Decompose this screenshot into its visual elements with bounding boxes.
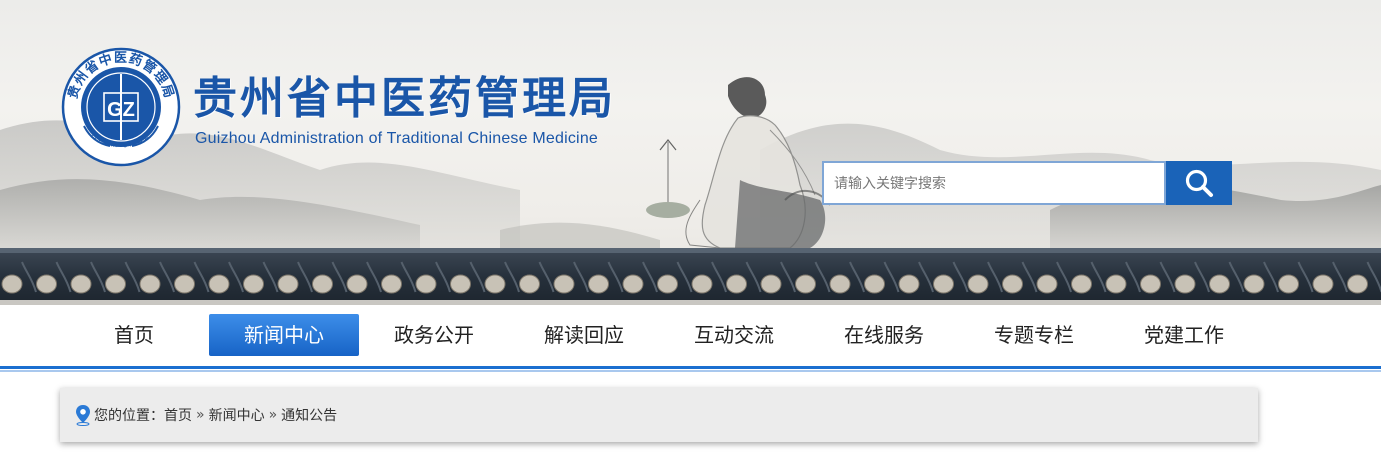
roof-tile-end bbox=[829, 274, 851, 294]
roof-tile-end bbox=[105, 274, 126, 294]
roof-tile-end bbox=[553, 274, 575, 294]
nav-item-government-affairs[interactable]: 政务公开 bbox=[359, 314, 509, 356]
main-nav: 首页 新闻中心 政务公开 解读回应 互动交流 在线服务 专题专栏 党建工作 bbox=[0, 305, 1381, 372]
breadcrumb: 您的位置： 首页 » 新闻中心 » 通知公告 bbox=[60, 388, 1258, 442]
roof-tile-end bbox=[312, 274, 333, 294]
roof-tile-end bbox=[795, 274, 816, 294]
roof-tile-end bbox=[1, 274, 23, 294]
roof-tile-end bbox=[864, 274, 885, 294]
roof-tile-end bbox=[726, 274, 747, 294]
roof-tile-end bbox=[277, 274, 299, 294]
roof-tile-end bbox=[1140, 274, 1161, 294]
breadcrumb-current: 通知公告 bbox=[281, 408, 338, 424]
nav-item-party-building[interactable]: 党建工作 bbox=[1109, 314, 1259, 356]
nav-item-special-topics[interactable]: 专题专栏 bbox=[959, 314, 1109, 356]
roof-tile-end bbox=[450, 274, 471, 294]
location-pin-icon bbox=[76, 405, 90, 426]
roof-tile-end bbox=[415, 274, 437, 294]
breadcrumb-separator: » bbox=[268, 407, 278, 423]
breadcrumb-link-news[interactable]: 新闻中心 bbox=[209, 405, 265, 425]
nav-item-online-services[interactable]: 在线服务 bbox=[809, 314, 959, 356]
roof-tile-end bbox=[1278, 274, 1299, 294]
breadcrumb-separator: » bbox=[196, 407, 205, 423]
roof-tile-end bbox=[588, 274, 609, 294]
nav-item-home[interactable]: 首页 bbox=[59, 314, 209, 356]
roof-tile-end bbox=[139, 274, 161, 294]
roof-tile-end bbox=[1105, 274, 1127, 294]
roof-tile-end bbox=[760, 274, 782, 294]
roof-tile-end bbox=[1071, 274, 1092, 294]
search-icon bbox=[1185, 169, 1213, 197]
roof-tile-end bbox=[1174, 274, 1196, 294]
breadcrumb-link-home[interactable]: 首页 bbox=[164, 405, 192, 425]
roof-tile-end bbox=[346, 274, 368, 294]
svg-text:GZ: GZ bbox=[107, 99, 135, 121]
roof-tile-end bbox=[519, 274, 540, 294]
roof-tile-end bbox=[622, 274, 644, 294]
roof-tile-end bbox=[1347, 274, 1368, 294]
roof-tile-end bbox=[36, 274, 57, 294]
site-title[interactable]: 贵州省中医药管理局 bbox=[193, 62, 616, 126]
roof-tile-end bbox=[484, 274, 506, 294]
nav-item-interaction[interactable]: 互动交流 bbox=[659, 314, 809, 356]
nav-item-news[interactable]: 新闻中心 bbox=[209, 314, 359, 356]
roof-tile-end bbox=[208, 274, 230, 294]
breadcrumb-prefix: 您的位置： bbox=[94, 408, 164, 424]
nav-item-interpretation[interactable]: 解读回应 bbox=[509, 314, 659, 356]
roof-tile-end bbox=[1036, 274, 1058, 294]
site-subtitle: Guizhou Administration of Traditional Ch… bbox=[195, 130, 599, 147]
search-input[interactable] bbox=[822, 161, 1166, 205]
search-button[interactable] bbox=[1166, 161, 1232, 205]
roof-tile-end bbox=[1243, 274, 1265, 294]
roof-tile-end bbox=[1312, 274, 1334, 294]
roof-tile-end bbox=[70, 274, 92, 294]
roof-tile-end bbox=[1209, 274, 1230, 294]
roof-tile-end bbox=[691, 274, 713, 294]
header-banner: GZ 贵州省中医药管理局 ATCM of GZ 贵州省中医药管理局 Guizho… bbox=[0, 0, 1381, 305]
roof-tile-end bbox=[898, 274, 920, 294]
ink-landscape-background bbox=[0, 77, 1381, 305]
roof-tile-end bbox=[1002, 274, 1023, 294]
roof-tile-end bbox=[381, 274, 402, 294]
roof-tile-end bbox=[933, 274, 954, 294]
roof-tile-end bbox=[657, 274, 678, 294]
roof-tile-end bbox=[243, 274, 264, 294]
roof-tile-end bbox=[967, 274, 989, 294]
roof-tile-end bbox=[174, 274, 195, 294]
bureau-logo-icon[interactable]: GZ 贵州省中医药管理局 ATCM of GZ bbox=[60, 46, 182, 168]
